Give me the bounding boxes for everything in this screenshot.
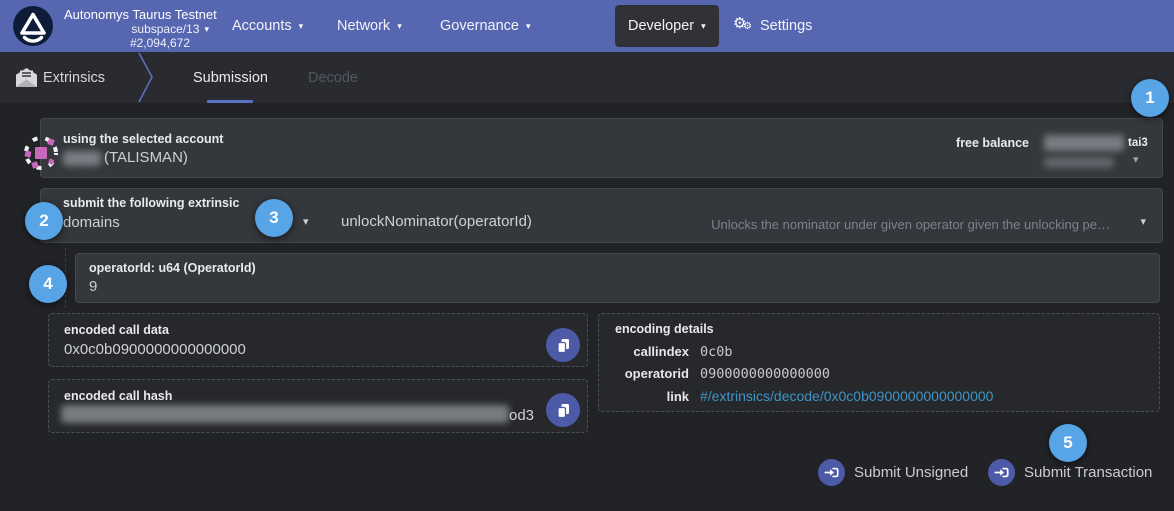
copy-icon — [555, 337, 572, 354]
annotation-marker-5: 5 — [1049, 424, 1087, 462]
balance-unit: tai3 — [1128, 137, 1148, 149]
section-dropdown-value[interactable]: domains — [63, 214, 120, 231]
menu-developer[interactable]: Developer ▾ — [615, 5, 719, 47]
encoding-row-value: 0900000000000000 — [700, 366, 830, 382]
call-hash-visible-tail: od3 — [509, 407, 534, 424]
encoding-row-label: link — [615, 389, 689, 404]
call-hash-redacted — [61, 405, 509, 423]
section-title: Extrinsics — [43, 52, 105, 103]
chevron-down-icon: ▾ — [204, 24, 209, 35]
encoded-call-hash-box: encoded call hash od3 — [48, 379, 588, 433]
encoding-row-label: operatorid — [615, 366, 689, 381]
menu-developer-label: Developer — [628, 18, 694, 34]
method-dropdown-caret-icon[interactable]: ▾ — [1140, 217, 1146, 228]
top-navbar: Autonomys Taurus Testnet subspace/13 ▾ #… — [0, 0, 1174, 52]
chevron-down-icon: ▾ — [397, 21, 402, 32]
copy-call-hash-button[interactable] — [546, 393, 580, 427]
submit-unsigned-label: Submit Unsigned — [854, 464, 968, 481]
encoding-row-operatorid: operatorid 0900000000000000 — [615, 366, 830, 382]
annotation-marker-2: 2 — [25, 202, 63, 240]
encoded-call-data-box: encoded call data 0x0c0b0900000000000000 — [48, 313, 588, 367]
sign-in-icon — [988, 459, 1015, 486]
encoding-details-label: encoding details — [615, 322, 714, 336]
encoded-call-data-value: 0x0c0b0900000000000000 — [64, 341, 246, 358]
copy-call-data-button[interactable] — [546, 328, 580, 362]
runtime-version: subspace/13 — [131, 22, 199, 36]
extrinsic-select-row: submit the following extrinsic domains ▾… — [40, 188, 1163, 243]
menu-settings-label: Settings — [760, 18, 812, 34]
account-dropdown-caret-icon[interactable]: ▾ — [1133, 155, 1139, 166]
encoding-row-value: 0c0b — [700, 344, 733, 360]
breadcrumb-chevron-icon — [138, 52, 156, 103]
sign-in-icon — [818, 459, 845, 486]
runtime-selector[interactable]: subspace/13 ▾ — [64, 22, 209, 36]
chevron-down-icon: ▾ — [526, 21, 531, 32]
param-label: operatorId: u64 (OperatorId) — [89, 261, 256, 275]
param-value[interactable]: 9 — [89, 278, 97, 295]
menu-settings[interactable]: ⚙⚙ Settings — [733, 0, 812, 52]
param-operator-id-field[interactable]: operatorId: u64 (OperatorId) 9 — [75, 253, 1160, 303]
menu-network[interactable]: Network ▾ — [337, 0, 402, 52]
account-select-row[interactable]: using the selected account (TALISMAN) fr… — [40, 118, 1163, 178]
submit-unsigned-button[interactable]: Submit Unsigned — [818, 459, 968, 486]
submit-transaction-button[interactable]: Submit Transaction — [988, 459, 1152, 486]
extrinsics-page: Autonomys Taurus Testnet subspace/13 ▾ #… — [0, 0, 1174, 511]
extrinsic-select-label: submit the following extrinsic — [63, 196, 239, 210]
copy-icon — [555, 402, 572, 419]
method-description: Unlocks the nominator under given operat… — [711, 217, 1110, 232]
menu-governance-label: Governance — [440, 18, 519, 34]
extrinsics-envelope-icon — [16, 68, 37, 92]
account-name-suffix: (TALISMAN) — [104, 149, 188, 166]
encoding-row-link: link #/extrinsics/decode/0x0c0b090000000… — [615, 388, 993, 404]
method-dropdown-value[interactable]: unlockNominator(operatorId) — [341, 213, 532, 230]
chevron-down-icon: ▾ — [299, 21, 304, 32]
free-balance-redacted — [1044, 135, 1124, 151]
annotation-marker-1: 1 — [1131, 79, 1169, 117]
account-select-label: using the selected account — [63, 132, 223, 146]
chain-name: Autonomys Taurus Testnet — [64, 7, 217, 22]
section-dropdown-caret-icon[interactable]: ▾ — [303, 217, 309, 228]
annotation-marker-4: 4 — [29, 265, 67, 303]
balance-secondary-redacted — [1044, 157, 1114, 168]
encoded-call-hash-label: encoded call hash — [64, 389, 172, 403]
best-block-number: #2,094,672 — [64, 36, 190, 50]
tab-submission[interactable]: Submission — [193, 52, 268, 103]
tab-bar: Extrinsics Submission Decode — [0, 52, 1174, 103]
account-name-redacted — [63, 151, 101, 166]
submit-transaction-label: Submit Transaction — [1024, 464, 1152, 481]
menu-accounts[interactable]: Accounts ▾ — [232, 0, 303, 52]
account-identicon — [22, 134, 60, 177]
decode-link[interactable]: #/extrinsics/decode/0x0c0b09000000000000… — [700, 388, 993, 404]
tab-decode[interactable]: Decode — [308, 52, 358, 103]
menu-governance[interactable]: Governance ▾ — [440, 0, 531, 52]
encoding-details-box: encoding details callindex 0c0b operator… — [598, 313, 1160, 412]
annotation-marker-3: 3 — [255, 199, 293, 237]
active-tab-underline — [207, 100, 253, 103]
autonomys-logo-icon[interactable] — [13, 6, 53, 46]
encoded-call-data-label: encoded call data — [64, 323, 169, 337]
free-balance-label: free balance — [956, 136, 1029, 150]
menu-accounts-label: Accounts — [232, 18, 292, 34]
gears-icon: ⚙⚙ — [733, 17, 753, 35]
chevron-down-icon: ▾ — [701, 21, 706, 32]
encoding-row-callindex: callindex 0c0b — [615, 344, 733, 360]
menu-network-label: Network — [337, 18, 390, 34]
encoding-row-label: callindex — [615, 344, 689, 359]
